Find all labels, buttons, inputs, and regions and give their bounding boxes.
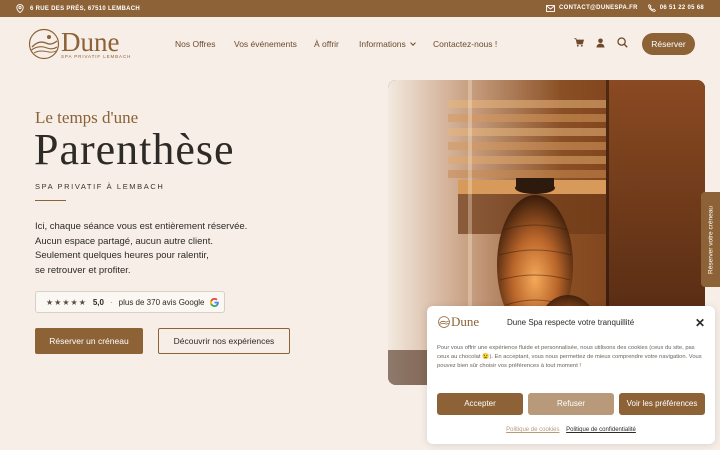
nav-item-a-offrir[interactable]: À offrir (314, 39, 339, 49)
hero-title: Parenthèse (34, 125, 235, 174)
close-icon[interactable]: ✕ (695, 317, 705, 329)
top-bar: 6 RUE DES PRÉS, 67510 LEMBACH CONTACT@DU… (0, 0, 720, 17)
map-pin-icon (16, 4, 24, 13)
nav-item-offres[interactable]: Nos Offres (175, 39, 215, 49)
rating-badge[interactable]: ★★★★★ 5,0 · plus de 370 avis Google (35, 291, 225, 313)
cookie-body: Pour vous offrir une expérience fluide e… (437, 345, 702, 369)
refuse-cookies-button[interactable]: Refuser (528, 393, 614, 415)
reserve-button[interactable]: Réserver (642, 33, 695, 55)
phone-text: 06 51 22 05 68 (659, 5, 704, 11)
cookie-title: Dune Spa respecte votre tranquillité (507, 318, 635, 327)
hero-line: se retrouver et profiter. (35, 264, 131, 276)
nav-item-informations-label: Informations (359, 39, 406, 49)
cookie-logo: Dune (438, 314, 488, 330)
hero-line: Ici, chaque séance vous est entièrement … (35, 221, 248, 232)
side-booking-tab[interactable]: Réserver votre créneau (701, 192, 720, 287)
email-link[interactable]: CONTACT@DUNESPA.FR (546, 4, 638, 12)
logo-emblem-icon (438, 316, 450, 328)
logo-emblem-icon (28, 28, 60, 60)
chevron-down-icon (409, 40, 416, 46)
discover-experiences-button[interactable]: Découvrir nos expériences (158, 328, 290, 354)
search-icon[interactable] (617, 37, 628, 48)
phone-icon (647, 4, 656, 12)
cookie-links: Politique de cookies Politique de confid… (427, 427, 715, 433)
side-tab-label: Réserver votre créneau (707, 205, 714, 274)
logo[interactable]: Dune SPA PRIVATIF LEMBACH (28, 28, 138, 62)
review-count: plus de 370 avis Google (118, 297, 205, 307)
star-rating-icon: ★★★★★ (46, 297, 87, 307)
google-icon (209, 297, 219, 307)
cookie-consent-dialog: Dune Dune Spa respecte votre tranquillit… (427, 306, 715, 444)
email-text: CONTACT@DUNESPA.FR (559, 5, 638, 11)
cart-icon[interactable] (574, 38, 584, 47)
mail-icon (546, 4, 555, 12)
cookie-logo-wordmark: Dune (451, 314, 480, 329)
phone-link[interactable]: 06 51 22 05 68 (647, 4, 704, 12)
nav-item-evenements[interactable]: Vos événements (234, 39, 297, 49)
logo-tagline: SPA PRIVATIF LEMBACH (61, 54, 132, 59)
cookie-policy-link[interactable]: Politique de cookies (506, 427, 559, 433)
hero-tagline: SPA PRIVATIF À LEMBACH (35, 182, 165, 191)
accept-cookies-button[interactable]: Accepter (437, 393, 523, 415)
cookie-preferences-button[interactable]: Voir les préférences (619, 393, 705, 415)
book-slot-button[interactable]: Réserver un créneau (35, 328, 143, 354)
divider (35, 200, 66, 201)
rating-score: 5,0 (92, 297, 104, 307)
address-item: 6 RUE DES PRÉS, 67510 LEMBACH (16, 4, 140, 13)
separator: · (109, 297, 113, 307)
hero-line: Seulement quelques heures pour ralentir, (35, 250, 209, 261)
logo-wordmark: Dune (61, 27, 120, 57)
privacy-policy-link[interactable]: Politique de confidentialité (566, 427, 636, 433)
address-text: 6 RUE DES PRÉS, 67510 LEMBACH (30, 5, 141, 12)
site-header: Dune SPA PRIVATIF LEMBACH Nos Offres Vos… (0, 17, 720, 75)
nav-item-contact[interactable]: Contactez-nous ! (433, 39, 497, 49)
hero-line: Aucun espace partagé, aucun autre client… (35, 235, 213, 247)
hero-description: Ici, chaque séance vous est entièrement … (35, 220, 247, 278)
nav-item-informations[interactable]: Informations (359, 39, 416, 49)
user-icon[interactable] (596, 38, 605, 48)
